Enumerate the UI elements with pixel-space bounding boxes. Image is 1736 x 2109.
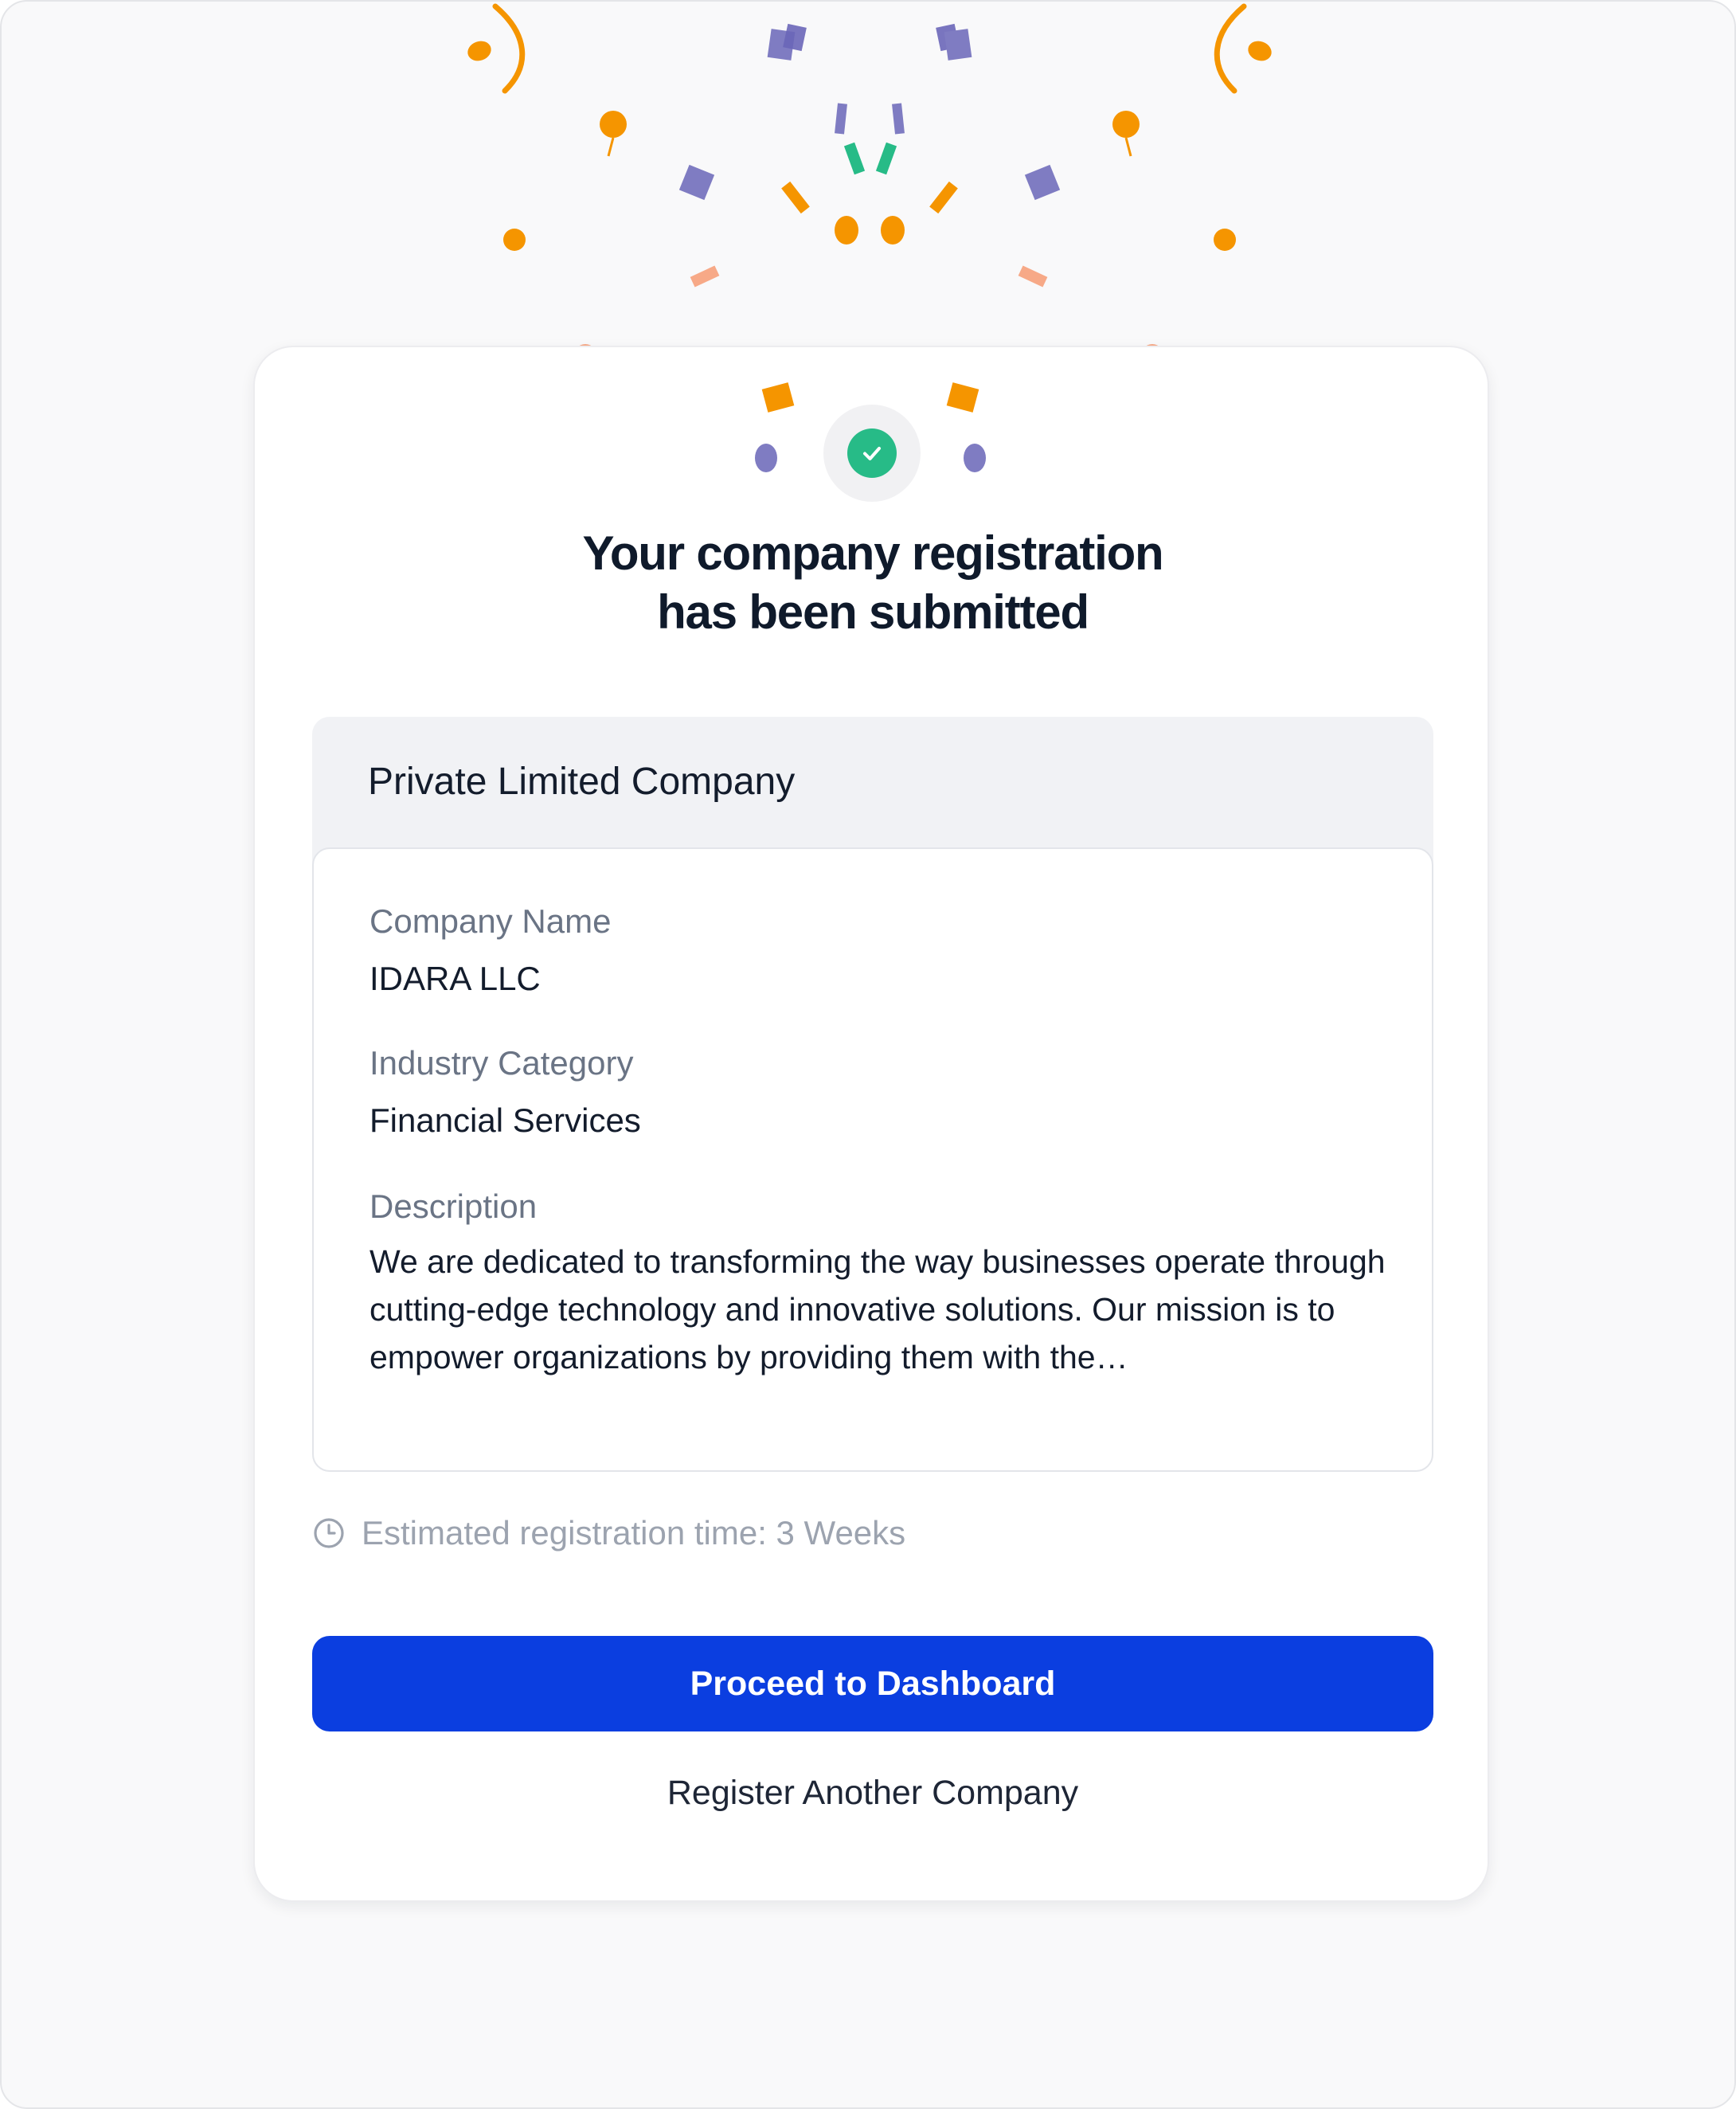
clock-icon — [314, 1518, 344, 1548]
page-title: Your company registration has been submi… — [255, 524, 1491, 642]
company-name-label: Company Name — [369, 902, 612, 940]
check-icon — [847, 428, 897, 478]
confirmation-card: Your company registration has been submi… — [253, 346, 1489, 1902]
page-title-line-1: Your company registration — [582, 526, 1163, 580]
estimated-time: Estimated registration time: 3 Weeks — [312, 1512, 905, 1555]
industry-category-label: Industry Category — [369, 1044, 634, 1082]
register-another-company-button[interactable]: Register Another Company — [255, 1771, 1491, 1814]
company-details-panel: Company Name IDARA LLC Industry Category… — [312, 847, 1433, 1472]
proceed-to-dashboard-label: Proceed to Dashboard — [690, 1664, 1056, 1703]
proceed-to-dashboard-button[interactable]: Proceed to Dashboard — [312, 1636, 1433, 1731]
success-badge — [823, 405, 921, 502]
estimated-time-text: Estimated registration time: 3 Weeks — [362, 1514, 906, 1551]
company-type: Private Limited Company — [368, 761, 796, 803]
description-label: Description — [369, 1188, 538, 1225]
page-title-line-2: has been submitted — [657, 585, 1089, 639]
page-background: Your company registration has been submi… — [0, 0, 1736, 2109]
description-value: We are dedicated to transforming the way… — [369, 1243, 1386, 1375]
industry-category-value: Financial Services — [369, 1101, 641, 1139]
company-name-value: IDARA LLC — [369, 960, 541, 997]
registration-summary: Private Limited Company Company Name IDA… — [312, 717, 1433, 1472]
